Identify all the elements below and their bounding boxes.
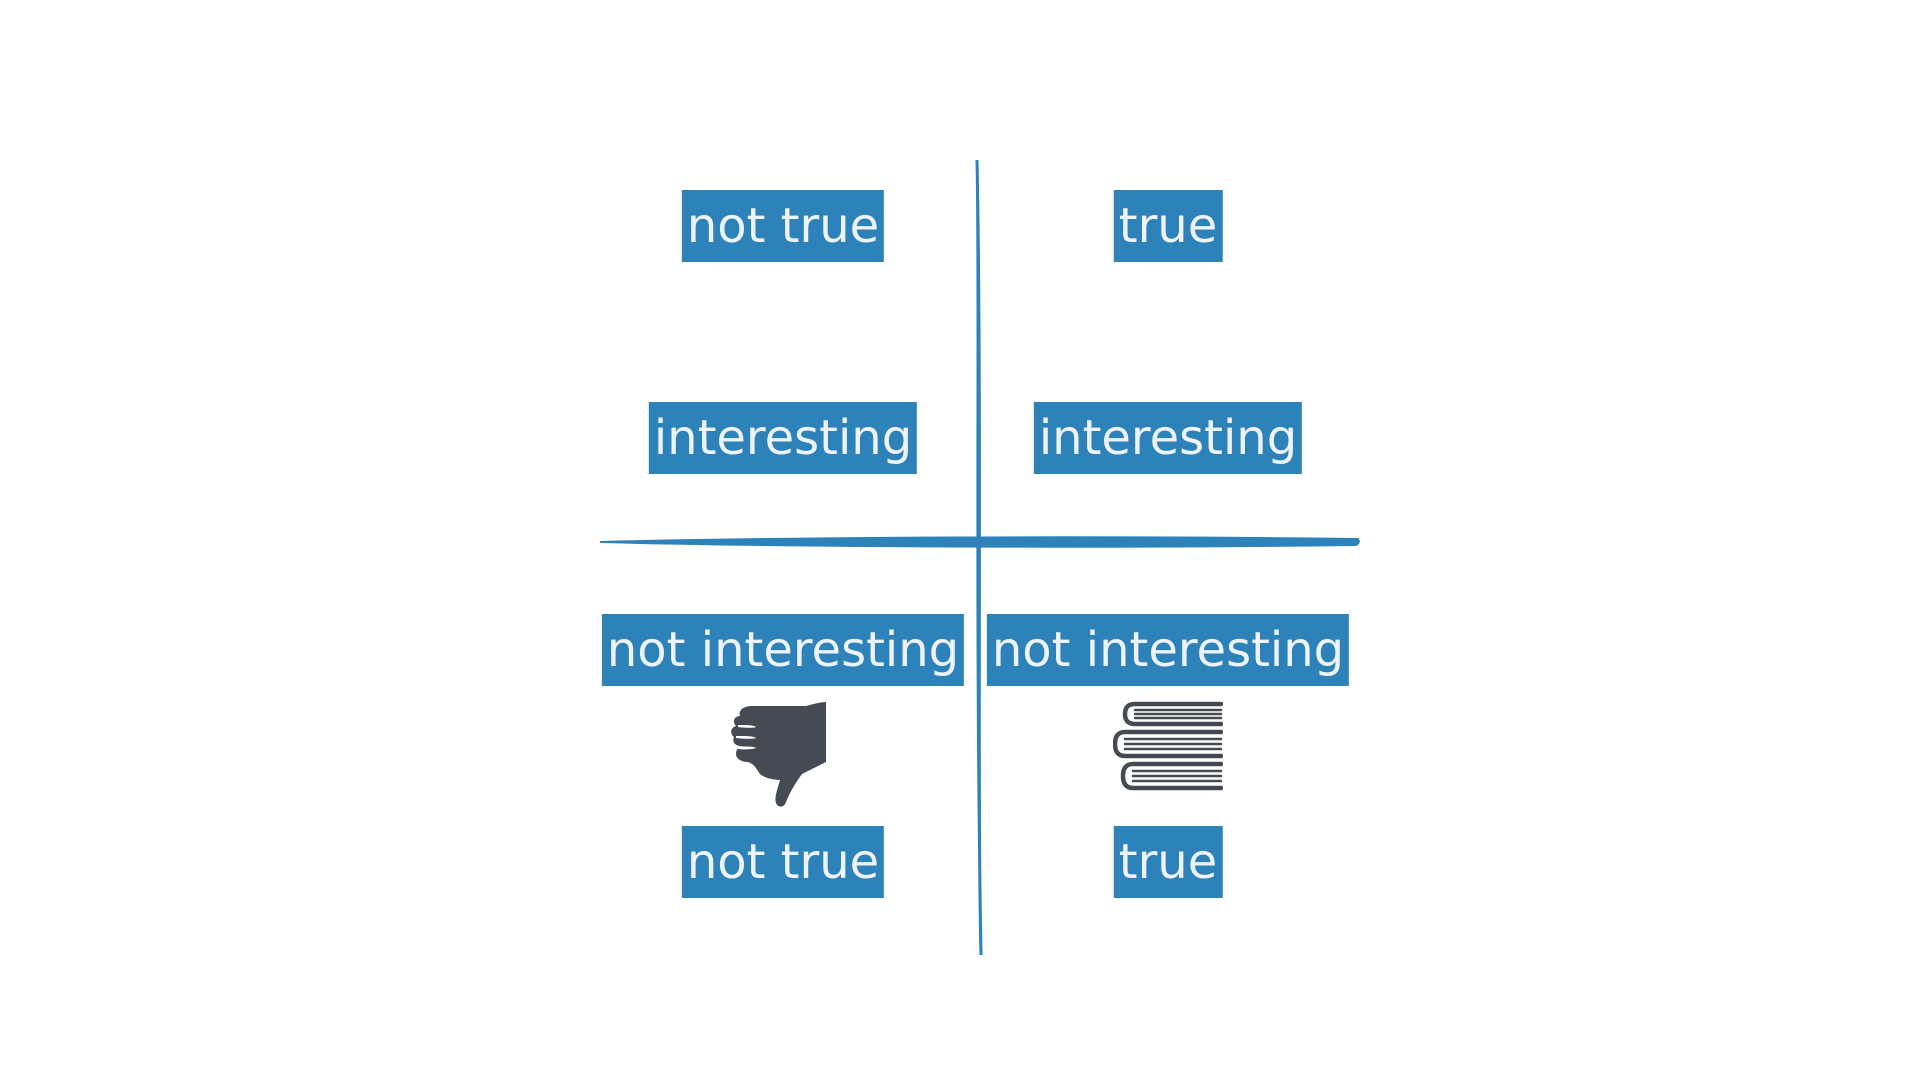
top-left-truth-label: not true [681, 190, 885, 262]
quadrant-axes [599, 159, 1360, 956]
bottom-left-interest-label: not interesting [601, 614, 965, 686]
top-right-truth-label: true [1113, 190, 1223, 262]
truth-interest-matrix: not true interesting true interesting no… [0, 0, 1920, 1080]
thumbs-down-icon [731, 702, 826, 807]
bottom-right-truth-label: true [1113, 826, 1223, 898]
book-stack-icon [1113, 701, 1223, 791]
horizontal-axis [599, 536, 1360, 548]
vertical-axis [975, 159, 983, 956]
top-left-interest-label: interesting [648, 402, 918, 474]
bottom-right-interest-label: not interesting [986, 614, 1350, 686]
bottom-left-truth-label: not true [681, 826, 885, 898]
top-right-interest-label: interesting [1033, 402, 1303, 474]
